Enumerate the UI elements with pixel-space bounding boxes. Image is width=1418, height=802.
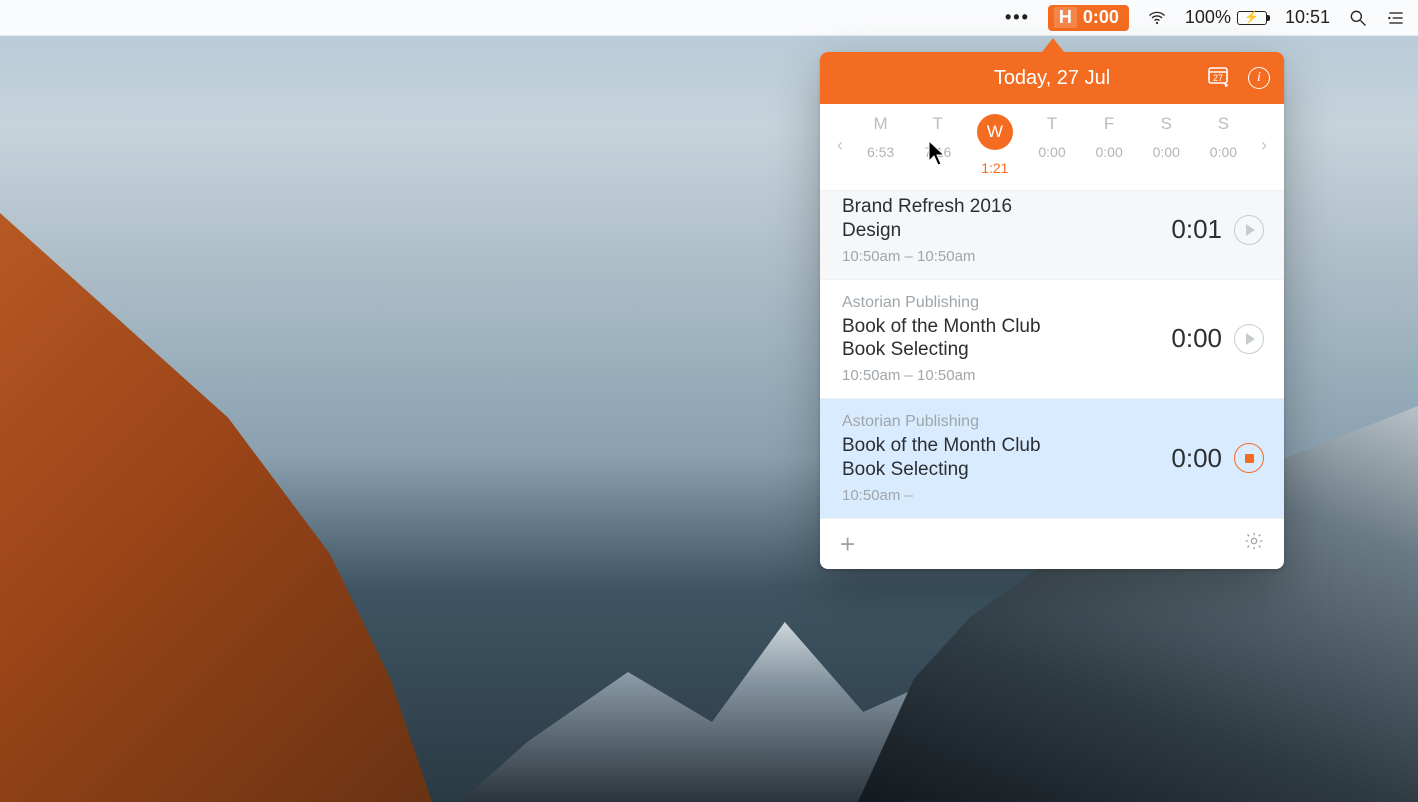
menubar-clock[interactable]: 10:51	[1285, 7, 1330, 28]
week-day-1[interactable]: T 7:16	[914, 114, 962, 176]
play-icon	[1246, 333, 1255, 345]
week-day-label: F	[1085, 114, 1133, 134]
time-entries-list: Brand Refresh 2016Design 10:50am – 10:50a…	[820, 191, 1284, 519]
week-day-5[interactable]: S 0:00	[1142, 114, 1190, 176]
time-entry[interactable]: Astorian Publishing Book of the Month Clu…	[820, 280, 1284, 400]
battery-icon: ⚡	[1237, 11, 1267, 25]
macos-menubar: ••• H 0:00 100% ⚡ 10:51	[0, 0, 1418, 36]
wifi-icon[interactable]	[1147, 8, 1167, 28]
panel-title: Today, 27 Jul	[994, 67, 1110, 90]
week-day-label: W	[977, 114, 1013, 150]
week-day-0[interactable]: M 6:53	[857, 114, 905, 176]
start-timer-button[interactable]	[1234, 215, 1264, 245]
add-entry-button[interactable]: +	[840, 531, 855, 557]
stop-icon	[1245, 454, 1254, 463]
harvest-menubar-item[interactable]: H 0:00	[1048, 5, 1129, 31]
stop-timer-button[interactable]	[1234, 443, 1264, 473]
notification-center-icon[interactable]	[1386, 8, 1406, 28]
time-entry-text: Astorian Publishing Book of the Month Clu…	[842, 413, 1159, 504]
week-day-label: S	[1142, 114, 1190, 134]
harvest-timer-value: 0:00	[1083, 7, 1119, 28]
time-entry-title: Brand Refresh 2016Design	[842, 195, 1159, 243]
week-day-time: 6:53	[857, 144, 905, 160]
time-entry-title: Book of the Month ClubBook Selecting	[842, 434, 1159, 482]
play-icon	[1246, 224, 1255, 236]
week-day-time: 0:00	[1085, 144, 1133, 160]
time-entry-text: Astorian Publishing Book of the Month Clu…	[842, 294, 1159, 385]
battery-status[interactable]: 100% ⚡	[1185, 7, 1267, 28]
panel-footer: +	[820, 519, 1284, 569]
time-entry-range: 10:50am – 10:50am	[842, 367, 1159, 384]
spotlight-search-icon[interactable]	[1348, 8, 1368, 28]
week-next-button[interactable]: ›	[1252, 135, 1276, 156]
menubar-overflow-icon[interactable]: •••	[1005, 7, 1030, 28]
week-day-2[interactable]: W 1:21	[971, 114, 1019, 176]
time-entry-client: Astorian Publishing	[842, 413, 1159, 431]
time-entry-client: Astorian Publishing	[842, 294, 1159, 312]
week-days: M 6:53 T 7:16 W 1:21 T 0:00 F 0:00 S 0:00 S 0:00	[852, 114, 1252, 176]
time-entry[interactable]: Astorian Publishing Book of the Month Clu…	[820, 399, 1284, 519]
svg-text:27: 27	[1213, 73, 1223, 83]
week-day-time: 0:00	[1142, 144, 1190, 160]
week-day-time: 7:16	[914, 144, 962, 160]
week-day-time: 0:00	[1028, 144, 1076, 160]
panel-header: Today, 27 Jul 27 i	[820, 52, 1284, 104]
week-day-label: T	[1028, 114, 1076, 134]
start-timer-button[interactable]	[1234, 324, 1264, 354]
harvest-badge: H	[1054, 7, 1077, 28]
time-entry-duration: 0:01	[1171, 214, 1222, 245]
week-day-time: 1:21	[971, 160, 1019, 176]
battery-percent-label: 100%	[1185, 7, 1231, 28]
time-entry-duration: 0:00	[1171, 443, 1222, 474]
week-prev-button[interactable]: ‹	[828, 135, 852, 156]
week-day-6[interactable]: S 0:00	[1199, 114, 1247, 176]
time-entry-range: 10:50am –	[842, 487, 1159, 504]
week-day-3[interactable]: T 0:00	[1028, 114, 1076, 176]
time-entry-duration: 0:00	[1171, 323, 1222, 354]
panel-pointer-arrow	[1042, 38, 1064, 52]
settings-button[interactable]	[1244, 531, 1264, 556]
week-day-4[interactable]: F 0:00	[1085, 114, 1133, 176]
time-entry-range: 10:50am – 10:50am	[842, 248, 1159, 265]
jump-to-today-icon[interactable]: 27	[1206, 63, 1230, 93]
week-day-time: 0:00	[1199, 144, 1247, 160]
harvest-panel: Today, 27 Jul 27 i ‹ M 6:53 T 7:16 W 1:21 T 0:0…	[820, 52, 1284, 569]
time-entry-title: Book of the Month ClubBook Selecting	[842, 315, 1159, 363]
time-entry-text: Brand Refresh 2016Design 10:50am – 10:50a…	[842, 195, 1159, 265]
week-day-label: S	[1199, 114, 1247, 134]
time-entry[interactable]: Brand Refresh 2016Design 10:50am – 10:50a…	[820, 191, 1284, 280]
mountain-left	[0, 182, 600, 802]
clock-label: 10:51	[1285, 7, 1330, 28]
week-day-label: T	[914, 114, 962, 134]
week-day-label: M	[857, 114, 905, 134]
week-bar: ‹ M 6:53 T 7:16 W 1:21 T 0:00 F 0:00 S 0:00 S 0:00 ›	[820, 104, 1284, 191]
info-icon[interactable]: i	[1248, 67, 1270, 89]
